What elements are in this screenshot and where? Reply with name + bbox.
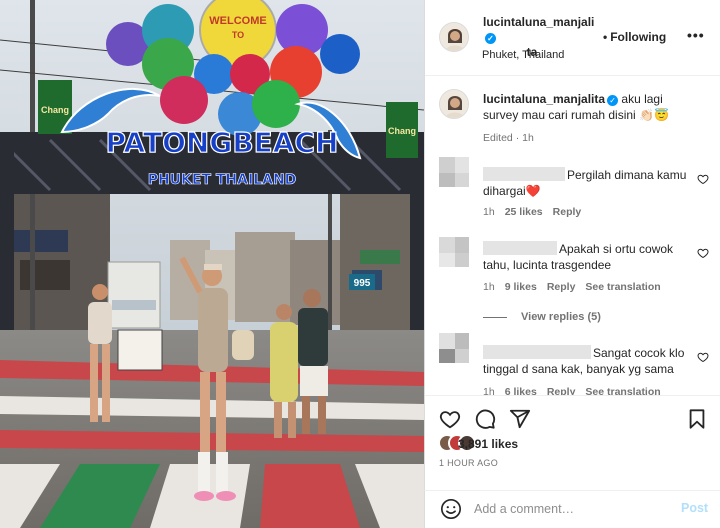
comment-time: 1h <box>483 206 495 218</box>
comments-section: lucintaluna_manjalita ✓ aku lagi survey m… <box>425 77 720 395</box>
shop-sign: 995 <box>354 278 371 289</box>
comment-time: 1h <box>483 281 495 293</box>
comment-likes[interactable]: 6 likes <box>505 386 537 395</box>
sign-to: TO <box>232 30 244 40</box>
separator-dot: • <box>603 30 608 44</box>
banner-left-text: Chang <box>41 105 69 115</box>
commenter-username-blurred[interactable] <box>483 241 557 255</box>
comment-time: 1h <box>483 386 495 395</box>
banner-right-text: Chang <box>388 126 416 136</box>
verified-badge-icon: ✓ <box>607 95 619 106</box>
heart-icon[interactable] <box>697 351 709 363</box>
add-comment-bar: Post <box>424 490 720 528</box>
see-translation-button[interactable]: See translation <box>585 281 660 293</box>
caption-meta: Edited · 1h <box>483 132 534 144</box>
reply-button[interactable]: Reply <box>547 386 576 395</box>
heart-icon[interactable] <box>697 247 709 259</box>
commenter-username-blurred[interactable] <box>483 345 591 359</box>
patong-beach-photo: Chang Chang WELCOME TO PATONGBEACH PHUKE… <box>0 0 424 528</box>
share-icon[interactable] <box>509 408 531 430</box>
verified-badge-icon: ✓ <box>485 33 496 44</box>
more-options-icon[interactable]: ••• <box>687 27 705 43</box>
comment-text-block: Sangat cocok klo tinggal d sana kak, ban… <box>483 345 693 377</box>
comment-icon[interactable] <box>474 408 496 430</box>
commenter-avatar-blurred[interactable] <box>439 237 469 267</box>
author-username-line1[interactable]: lucintaluna_manjali <box>483 15 594 29</box>
comment-text-block: Pergilah dimana kamu dihargai❤️ <box>483 167 693 199</box>
caption-username[interactable]: lucintaluna_manjalita <box>483 92 605 106</box>
following-label[interactable]: Following <box>610 30 666 44</box>
reply-button[interactable]: Reply <box>547 281 576 293</box>
heart-icon[interactable] <box>439 408 461 430</box>
comment-meta: 1h 25 likes Reply <box>483 206 591 218</box>
post-location[interactable]: Phuket, Thailand <box>482 49 564 61</box>
see-translation-button[interactable]: See translation <box>585 386 660 395</box>
following-button[interactable]: • Following <box>603 30 666 44</box>
heart-icon[interactable] <box>697 173 709 185</box>
comment-likes[interactable]: 9 likes <box>505 281 537 293</box>
post-header: lucintaluna_manjali✓ ta Phuket, Thailand… <box>425 0 720 76</box>
post-comment-button[interactable]: Post <box>681 501 708 515</box>
comment-likes[interactable]: 25 likes <box>505 206 543 218</box>
comment-text-block: Apakah si ortu cowok tahu, lucinta trasg… <box>483 241 693 273</box>
author-avatar[interactable] <box>439 22 469 52</box>
comment-meta: 1h 9 likes Reply See translation <box>483 281 671 293</box>
sign-welcome: WELCOME <box>209 15 266 27</box>
comment-meta: 1h 6 likes Reply See translation <box>483 386 671 395</box>
view-replies-button[interactable]: View replies (5) <box>483 311 601 323</box>
sign-subtitle: PHUKET THAILAND <box>148 172 297 188</box>
likes-count[interactable]: 3,891 likes <box>458 437 518 451</box>
commenter-username-blurred[interactable] <box>483 167 565 181</box>
add-comment-input[interactable] <box>474 500 664 518</box>
commenter-avatar-blurred[interactable] <box>439 157 469 187</box>
post-photo[interactable]: Chang Chang WELCOME TO PATONGBEACH PHUKE… <box>0 0 424 528</box>
smiley-icon[interactable] <box>440 498 462 520</box>
sign-title: PATONGBEACH <box>106 126 339 159</box>
commenter-avatar-blurred[interactable] <box>439 333 469 363</box>
reply-button[interactable]: Reply <box>553 206 582 218</box>
bookmark-icon[interactable] <box>686 408 708 430</box>
caption-avatar[interactable] <box>439 89 469 119</box>
post-time-ago[interactable]: 1 HOUR AGO <box>439 458 498 468</box>
caption-text-block: lucintaluna_manjalita ✓ aku lagi survey m… <box>483 91 693 123</box>
